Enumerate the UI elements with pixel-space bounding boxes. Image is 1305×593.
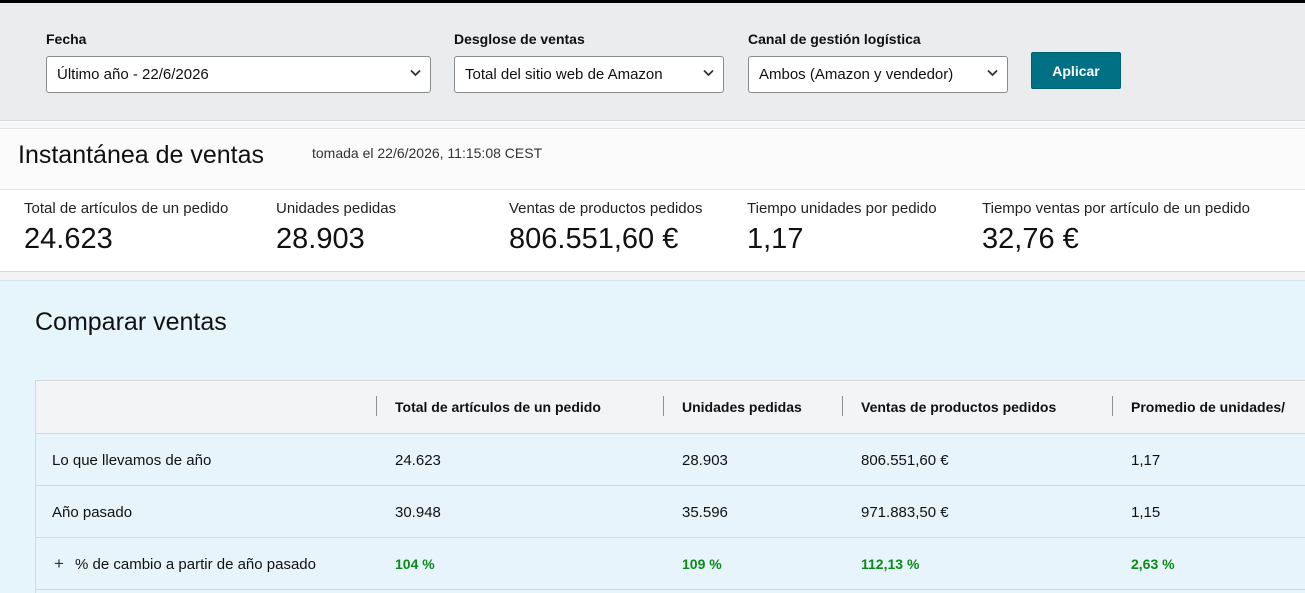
chevron-down-icon (703, 69, 714, 77)
metric-value: 32,76 € (982, 223, 1079, 255)
breakdown-label: Desglose de ventas (454, 31, 585, 47)
metric-value: 806.551,60 € (509, 223, 679, 255)
date-select[interactable]: Último año - 22/6/2026 (46, 56, 431, 93)
snapshot-title: Instantánea de ventas (18, 141, 265, 169)
channel-label: Canal de gestión logística (748, 31, 921, 47)
row-label: Año pasado (52, 504, 133, 521)
table-cell: 1,15 (1131, 504, 1161, 521)
column-header[interactable]: Unidades pedidas (682, 399, 802, 415)
breakdown-filter: Desglose de ventas (454, 30, 585, 48)
metric-value: 28.903 (276, 223, 365, 255)
column-header[interactable]: Total de artículos de un pedido (395, 399, 601, 415)
metric-sales-per-item: Tiempo ventas por artículo de un pedido … (982, 200, 1250, 256)
metric-value: 1,17 (747, 223, 804, 255)
row-label: Lo que llevamos de año (52, 452, 212, 469)
compare-table: Total de artículos de un pedido Unidades… (35, 380, 1305, 593)
table-cell: 35.596 (682, 504, 728, 521)
snapshot-timestamp: tomada el 22/6/2026, 11:15:08 CEST (312, 145, 543, 161)
table-cell-change: 112,13 % (861, 556, 920, 572)
table-cell-change: 109 % (682, 556, 722, 572)
table-cell: 971.883,50 € (861, 504, 949, 521)
table-row: + % de cambio a partir de año pasado 104… (36, 538, 1305, 590)
table-cell: 1,17 (1131, 452, 1161, 469)
metric-product-sales: Ventas de productos pedidos 806.551,60 € (509, 200, 702, 256)
column-header[interactable]: Promedio de unidades/ (1131, 399, 1285, 415)
row-label: % de cambio a partir de año pasado (75, 556, 316, 573)
table-cell: 24.623 (395, 452, 441, 469)
metric-label: Ventas de productos pedidos (509, 200, 703, 217)
table-cell: 28.903 (682, 452, 728, 469)
column-divider (842, 396, 843, 416)
column-divider (663, 396, 664, 416)
channel-filter: Canal de gestión logística (748, 30, 921, 48)
column-divider (376, 396, 377, 416)
table-cell-change: 104 % (395, 556, 435, 572)
channel-select-value: Ambos (Amazon y vendedor) (759, 66, 954, 83)
table-cell: 806.551,60 € (861, 452, 949, 469)
table-header: Total de artículos de un pedido Unidades… (36, 381, 1305, 434)
expand-icon[interactable]: + (54, 555, 64, 572)
chevron-down-icon (410, 69, 421, 77)
metric-label: Unidades pedidas (276, 200, 397, 217)
metric-value: 24.623 (24, 223, 113, 255)
metric-label: Tiempo ventas por artículo de un pedido (982, 200, 1250, 217)
filter-bar: Fecha Último año - 22/6/2026 Desglose de… (0, 3, 1305, 121)
metric-label: Total de artículos de un pedido (24, 200, 229, 217)
compare-section: Comparar ventas Total de artículos de un… (0, 280, 1305, 593)
table-row: Año pasado 30.948 35.596 971.883,50 € 1,… (36, 486, 1305, 538)
snapshot-header: Instantánea de ventas tomada el 22/6/202… (0, 128, 1305, 190)
column-divider (1112, 396, 1113, 416)
date-label: Fecha (46, 31, 87, 47)
channel-select[interactable]: Ambos (Amazon y vendedor) (748, 56, 1008, 93)
date-filter: Fecha (46, 30, 86, 48)
section-gap (0, 272, 1305, 280)
apply-button[interactable]: Aplicar (1031, 52, 1121, 89)
metric-units-per-order: Tiempo unidades por pedido 1,17 (747, 200, 937, 256)
table-row: Lo que llevamos de año 24.623 28.903 806… (36, 434, 1305, 486)
chevron-down-icon (987, 69, 998, 77)
metric-units-ordered: Unidades pedidas 28.903 (276, 200, 396, 256)
date-select-value: Último año - 22/6/2026 (57, 66, 209, 83)
snapshot-metrics: Total de artículos de un pedido 24.623 U… (0, 190, 1305, 272)
breakdown-select-value: Total del sitio web de Amazon (465, 66, 663, 83)
metric-label: Tiempo unidades por pedido (747, 200, 937, 217)
table-cell-change: 2,63 % (1131, 556, 1175, 572)
table-cell: 30.948 (395, 504, 441, 521)
breakdown-select[interactable]: Total del sitio web de Amazon (454, 56, 724, 93)
metric-total-items: Total de artículos de un pedido 24.623 (24, 200, 228, 256)
compare-title: Comparar ventas (35, 308, 227, 336)
column-header[interactable]: Ventas de productos pedidos (861, 399, 1056, 415)
